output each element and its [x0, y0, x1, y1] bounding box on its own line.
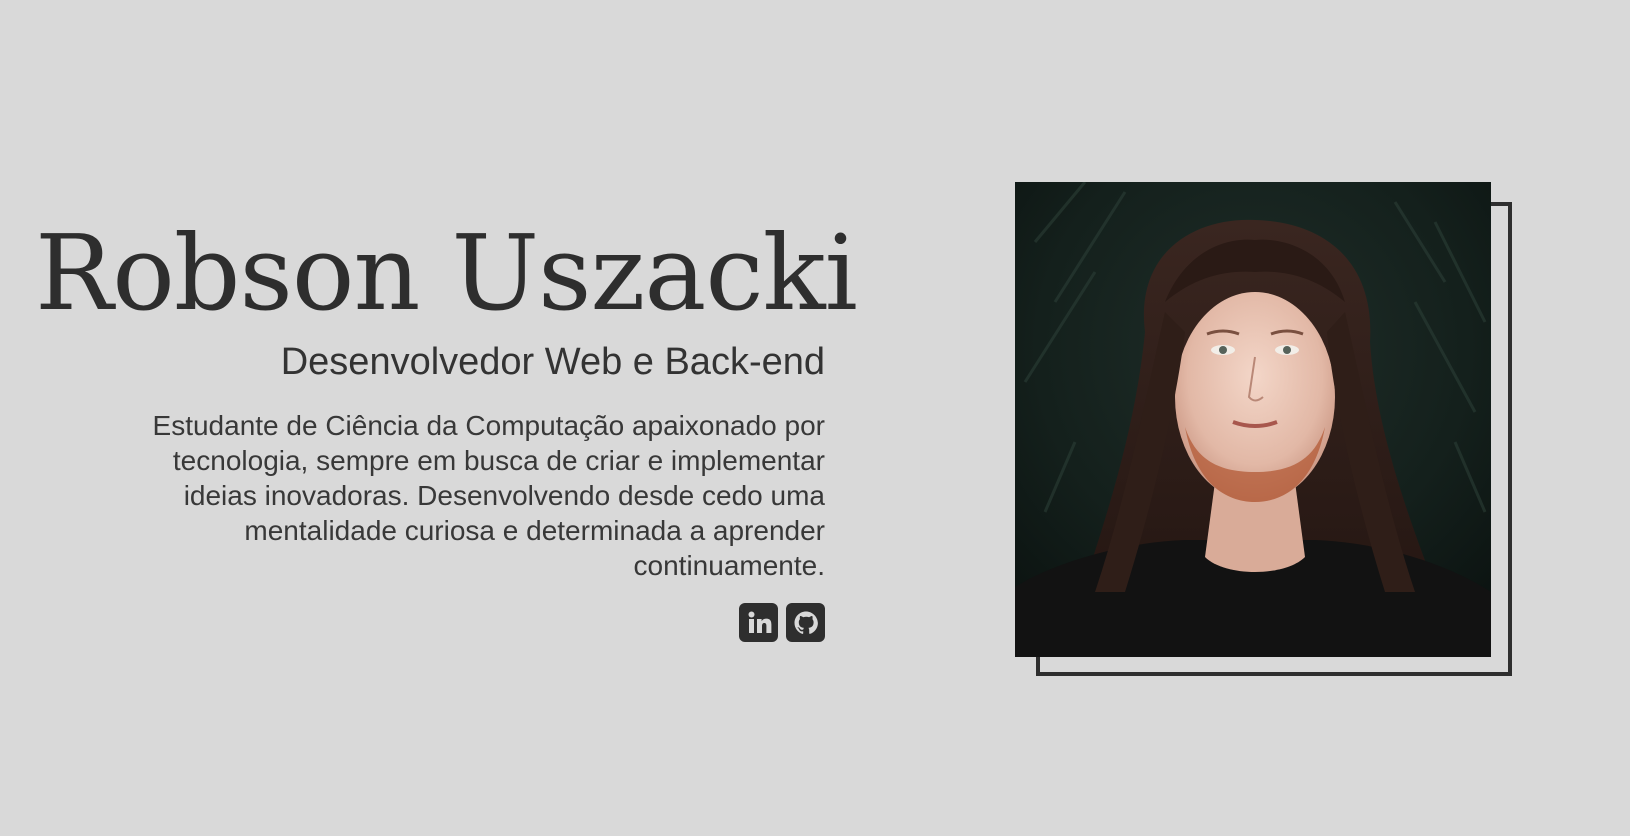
profile-role: Desenvolvedor Web e Back-end: [280, 341, 825, 383]
bio-line: Estudante de Ciência da Computação apaix…: [152, 410, 825, 441]
bio-line: ideias inovadoras. Desenvolvendo desde c…: [183, 480, 825, 511]
profile-name: Robson Uszacki: [35, 212, 858, 334]
social-links: [35, 603, 825, 642]
bio-line: continuamente.: [633, 550, 825, 581]
hero-section: Robson Uszacki Desenvolvedor Web e Back-…: [0, 0, 1630, 836]
intro: Robson Uszacki Desenvolvedor Web e Back-…: [35, 210, 858, 642]
bio-line: mentalidade curiosa e determinada a apre…: [244, 515, 825, 546]
photo-container: [1015, 182, 1512, 676]
linkedin-link[interactable]: [739, 603, 778, 642]
profile-bio: Estudante de Ciência da Computação apaix…: [35, 408, 825, 583]
profile-photo: [1015, 182, 1491, 657]
github-icon: [794, 611, 818, 634]
github-link[interactable]: [786, 603, 825, 642]
linkedin-icon: [748, 611, 771, 633]
portrait-photo: [1015, 182, 1491, 657]
bio-line: tecnologia, sempre em busca de criar e i…: [172, 445, 825, 476]
